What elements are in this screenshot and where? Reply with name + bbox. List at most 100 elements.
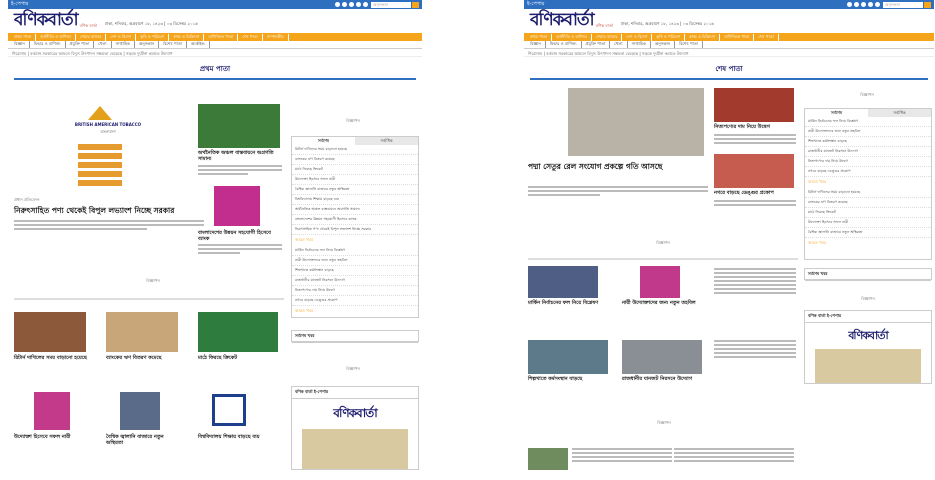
nav-item[interactable]: দেশ ও বিদেশ: [622, 33, 653, 41]
list-item[interactable]: বৈশ্বিক জ্বালানি বাজারে নতুন অস্থিরতা: [805, 228, 931, 238]
list-item[interactable]: ব্যাংকের ঋণ বিতরণ কমেছে: [292, 155, 418, 165]
nav-item[interactable]: শেয়ার বাজার: [76, 33, 107, 41]
nav-item[interactable]: স্বাস্থ্য ও চিকিৎসা: [169, 33, 205, 41]
google-plus-icon[interactable]: [349, 2, 354, 7]
rss-icon[interactable]: [363, 2, 368, 7]
list-item[interactable]: নগরে বাড়ছে ডেঙ্গুর প্রকোপ: [292, 296, 418, 306]
story-headline[interactable]: অর্থনৈতিক অঞ্চল বাস্তবায়নে অগ্রগতি সামা…: [198, 150, 282, 162]
search-button[interactable]: [412, 1, 419, 8]
news-ticker[interactable]: শিরোনাম | বর্তমান সরকারের আমলে বিদ্যুৎ উ…: [524, 49, 934, 57]
subnav-item[interactable]: বিশেষ পাতা: [159, 41, 187, 48]
list-item[interactable]: মাঠে ফিরছে ক্রিকেট: [805, 208, 931, 218]
search-input[interactable]: অনুসন্ধান: [883, 1, 923, 8]
list-item[interactable]: বাংলাদেশের উন্নয়ন সহযোগী হিসেবে ব্যাংক: [292, 215, 418, 225]
more-link[interactable]: আরও খবর: [292, 235, 418, 246]
subnav-item[interactable]: খেলা: [610, 41, 628, 48]
story-headline[interactable]: রাজধানীর যানজট নিরসনে উদ্যোগ: [622, 376, 702, 382]
subnav-item[interactable]: সাপ্তাহিক: [628, 41, 651, 48]
list-item[interactable]: মার্কিন নির্বাচনের ফল নিয়ে বিশ্লেষণ: [805, 117, 931, 127]
twitter-icon[interactable]: [342, 2, 347, 7]
story-image[interactable]: [14, 312, 86, 352]
list-item[interactable]: উদ্যোক্তা হিসেবে সফল নারী: [292, 175, 418, 185]
list-item[interactable]: রিটার্ন দাখিলের সময় বাড়ানো হয়েছে: [292, 145, 418, 155]
nav-item[interactable]: দেশ ও বিদেশ: [106, 33, 137, 41]
epaper-thumbnail[interactable]: [302, 429, 408, 469]
nav-item[interactable]: কৃষি ও পরিবেশ: [652, 33, 686, 41]
story-image[interactable]: [198, 312, 278, 352]
nav-item[interactable]: সম্পাদকীয়: [263, 33, 289, 41]
story-headline[interactable]: বাংলাদেশের উন্নয়ন সহযোগী হিসেবে ব্যাংক: [198, 230, 282, 242]
nav-item[interactable]: প্রথম পাতা: [10, 33, 37, 41]
nav-item[interactable]: শেয়ার বাজার: [592, 33, 623, 41]
list-item[interactable]: নিত্যপণ্যের দাম নিয়ে উদ্বেগ: [805, 157, 931, 167]
nav-item[interactable]: শেষ পাতা: [238, 33, 263, 41]
more-link[interactable]: আরও খবর: [292, 306, 418, 317]
nav-item[interactable]: কৃষি ও পরিবেশ: [136, 33, 170, 41]
subnav-item[interactable]: অনুসন্ধান: [135, 41, 160, 48]
subnav-item[interactable]: সাপ্তাহিক: [112, 41, 135, 48]
list-item[interactable]: নারী উদ্যোক্তাদের জন্য নতুন তহবিল: [805, 127, 931, 137]
site-logo[interactable]: বণিকবার্তা: [14, 7, 79, 35]
subnav-item[interactable]: ফিচার ও বাণিজ্য: [546, 41, 582, 48]
story-headline[interactable]: নিত্যপণ্যের দাম নিয়ে উদ্বেগ: [714, 124, 796, 130]
list-item[interactable]: নিত্যপণ্যের দাম নিয়ে উদ্বেগ: [292, 286, 418, 296]
epaper-thumbnail[interactable]: [815, 349, 921, 383]
advertisement[interactable]: BRITISH AMERICAN TOBACCO বাংলাদেশ: [48, 102, 168, 192]
search-button[interactable]: [924, 1, 931, 8]
story-headline[interactable]: নগরে বাড়ছে ডেঙ্গুর প্রকোপ: [714, 190, 796, 196]
subnav-item[interactable]: প্রযুক্তি পাতা: [582, 41, 611, 48]
list-item[interactable]: উদ্যোক্তা হিসেবে সফল নারী: [805, 218, 931, 228]
story-image[interactable]: [214, 186, 260, 226]
story-headline[interactable]: মার্কিন নির্বাচনের ফল নিয়ে বিশ্লেষণ: [528, 300, 602, 306]
twitter-icon[interactable]: [854, 2, 859, 7]
story-headline[interactable]: বিশ্ববিদ্যালয় শিক্ষায় বাড়ছে ব্যয়: [198, 434, 278, 440]
subnav-item[interactable]: খেলা: [94, 41, 112, 48]
story-headline[interactable]: শিল্পখাতে কর্মসংস্থান বাড়ছে: [528, 376, 608, 382]
story-image[interactable]: [528, 340, 608, 374]
subnav-item[interactable]: আর্কাইভ: [187, 41, 210, 48]
list-item[interactable]: শিল্পখাতে কর্মসংস্থান বাড়ছে: [805, 137, 931, 147]
more-link[interactable]: আরও খবর: [805, 177, 931, 188]
story-image[interactable]: [640, 266, 680, 298]
youtube-icon[interactable]: [868, 2, 873, 7]
subnav-item[interactable]: প্রযুক্তি পাতা: [66, 41, 95, 48]
list-item[interactable]: বৈশ্বিক জ্বালানি বাজারে নতুন অস্থিরতা: [292, 185, 418, 195]
story-headline[interactable]: ব্যাংকের ঋণ বিতরণ কমেছে: [106, 355, 180, 361]
story-headline[interactable]: বৈশ্বিক জ্বালানি বাজারে নতুন অস্থিরতা: [106, 434, 180, 446]
list-item[interactable]: মাঠে ফিরছে ক্রিকেট: [292, 165, 418, 175]
youtube-icon[interactable]: [356, 2, 361, 7]
lead-headline[interactable]: পদ্মা সেতুর রেল সংযোগ প্রকল্পে গতি আসছে: [528, 162, 708, 171]
story-image[interactable]: [714, 154, 794, 188]
story-image[interactable]: [622, 340, 702, 374]
lead-headline[interactable]: নিরুৎসাহিত পণ্য থেকেই বিপুল লভ্যাংশ নিচ্…: [14, 206, 204, 215]
story-headline[interactable]: রিটার্ন দাখিলের সময় বাড়ানো হয়েছে: [14, 355, 88, 361]
nav-item[interactable]: স্বাস্থ্য ও চিকিৎসা: [685, 33, 721, 41]
story-image[interactable]: [34, 392, 70, 430]
list-item[interactable]: রাজধানীর যানজট নিরসনে উদ্যোগ: [805, 147, 931, 157]
subnav-item[interactable]: বিশেষ পাতা: [675, 41, 703, 48]
story-image[interactable]: [714, 88, 794, 122]
nav-item[interactable]: বাণিজ্যিক পাতা: [204, 33, 239, 41]
news-ticker[interactable]: শিরোনাম | বর্তমান সরকারের আমলে বিদ্যুৎ উ…: [8, 49, 422, 57]
subnav-item[interactable]: বিজ্ঞান: [526, 41, 546, 48]
lead-image[interactable]: [568, 88, 704, 156]
list-item[interactable]: মার্কিন নির্বাচনের ফল নিয়ে বিশ্লেষণ: [292, 246, 418, 256]
list-item[interactable]: ব্যাংকের ঋণ বিতরণ কমেছে: [805, 198, 931, 208]
search-input[interactable]: অনুসন্ধান: [371, 1, 411, 8]
rss-icon[interactable]: [875, 2, 880, 7]
story-image[interactable]: [198, 104, 280, 148]
list-item[interactable]: রাজধানীর যানজট নিরসনে উদ্যোগ: [292, 276, 418, 286]
epaper-box[interactable]: বণিক বার্তা ই-পেপার বণিকবার্তা: [291, 386, 419, 470]
list-item[interactable]: নারী উদ্যোক্তাদের জন্য নতুন তহবিল: [292, 256, 418, 266]
university-logo[interactable]: [212, 394, 246, 426]
list-item[interactable]: নগরে বাড়ছে ডেঙ্গুর প্রকোপ: [805, 167, 931, 177]
more-link[interactable]: আরও খবর: [805, 238, 931, 249]
story-image[interactable]: [528, 266, 598, 298]
site-logo[interactable]: বণিকবার্তা: [530, 7, 595, 35]
subnav-item[interactable]: ফিচার ও বাণিজ্য: [30, 41, 66, 48]
nav-item[interactable]: শেষ পাতা: [754, 33, 779, 41]
story-headline[interactable]: নারী উদ্যোক্তাদের জন্য নতুন তহবিল: [622, 300, 700, 306]
tab-latest[interactable]: সর্বশেষ: [805, 109, 868, 117]
nav-item[interactable]: বাণিজ্যিক পাতা: [720, 33, 755, 41]
facebook-icon[interactable]: [847, 2, 852, 7]
